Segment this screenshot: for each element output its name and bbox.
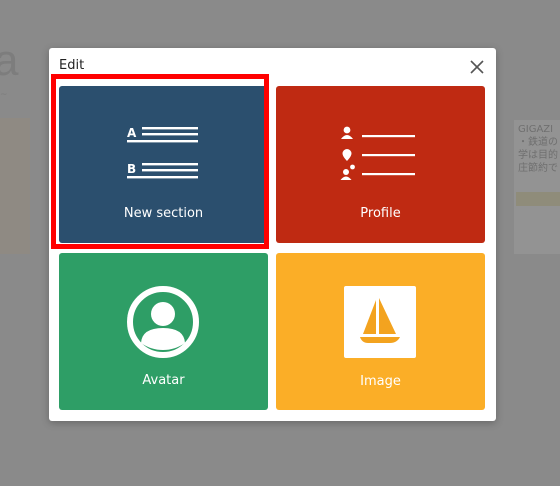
background-card-left [0,118,30,254]
profile-list-icon [340,126,415,180]
sailboat-image-icon [344,286,416,358]
new-section-tile[interactable]: A B New section [59,86,268,243]
image-label: Image [360,374,401,389]
background-small-text: ~ [0,90,8,100]
avatar-label: Avatar [142,373,185,388]
edit-dialog: Edit A B New section Profile Avatar Imag… [49,48,496,421]
background-card-text: GIGAZI ・鉄道の 学は目的 庄節約で [518,124,558,174]
image-tile[interactable]: Image [276,253,485,410]
profile-tile[interactable]: Profile [276,86,485,243]
section-ab-lines-icon: A B [127,126,198,179]
background-page-title: a [0,36,19,85]
close-button[interactable] [467,57,487,77]
background-card-right: GIGAZI ・鉄道の 学は目的 庄節約で [514,120,560,254]
close-icon [470,60,484,74]
svg-text:A: A [127,126,137,140]
profile-label: Profile [360,206,401,221]
avatar-tile[interactable]: Avatar [59,253,268,410]
dialog-title: Edit [59,58,85,73]
background-card-bar [516,192,560,206]
avatar-person-icon [127,286,199,358]
new-section-label: New section [123,206,204,221]
svg-text:B: B [127,162,136,176]
